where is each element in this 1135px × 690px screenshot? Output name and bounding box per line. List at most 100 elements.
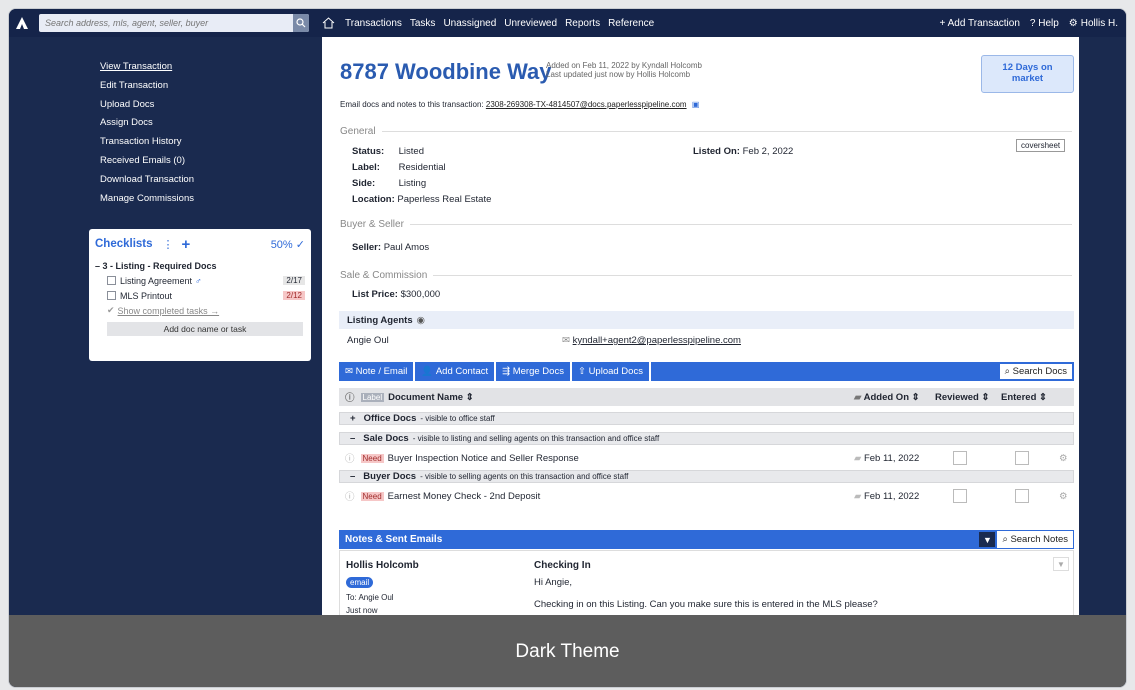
- sidebar-item-upload-docs[interactable]: Upload Docs: [100, 99, 194, 118]
- contact-card-icon[interactable]: ▣: [692, 100, 700, 109]
- chevron-down-icon[interactable]: ▼: [979, 532, 996, 547]
- reviewed-column[interactable]: Reviewed ⇕: [935, 392, 989, 403]
- nav-reference[interactable]: Reference: [608, 18, 654, 29]
- added-line: Added on Feb 11, 2022 by Kyndall Holcomb: [546, 61, 702, 70]
- main-nav: Transactions Tasks Unassigned Unreviewed…: [345, 18, 654, 29]
- coversheet-button[interactable]: coversheet: [1016, 139, 1066, 152]
- app-window: Transactions Tasks Unassigned Unreviewed…: [8, 8, 1127, 688]
- agent-email-link[interactable]: kyndall+agent2@paperlesspipeline.com: [573, 335, 741, 346]
- note-greeting: Hi Angie,: [534, 577, 573, 588]
- checklist-item-label[interactable]: Listing Agreement: [120, 276, 192, 286]
- table-row[interactable]: ⓘ Need Buyer Inspection Notice and Selle…: [339, 449, 1074, 467]
- note-to: To: Angie Oul: [346, 593, 394, 602]
- nav-tasks[interactable]: Tasks: [410, 18, 436, 29]
- notes-header: Notes & Sent Emails ▼ ⌕ Search Notes: [339, 530, 1074, 549]
- top-bar: Transactions Tasks Unassigned Unreviewed…: [9, 9, 1126, 37]
- sidebar-item-download-transaction[interactable]: Download Transaction: [100, 174, 194, 193]
- sidebar: View Transaction Edit Transaction Upload…: [9, 37, 321, 657]
- doc-table-header: ⓘ Label Document Name ⇕ ▰ Added On ⇕ Rev…: [339, 388, 1074, 406]
- check-icon: ✔: [107, 305, 115, 315]
- label-column[interactable]: Label: [360, 392, 385, 402]
- merge-docs-button[interactable]: ⇶ Merge Docs: [496, 362, 572, 381]
- page-title: 8787 Woodbine Way: [340, 59, 552, 84]
- upload-docs-button[interactable]: ⇧ Upload Docs: [572, 362, 651, 381]
- user-name: Hollis H.: [1080, 17, 1118, 29]
- checklist-item-label[interactable]: MLS Printout: [120, 291, 172, 301]
- gear-icon[interactable]: ⚙: [1059, 491, 1068, 502]
- add-transaction-link[interactable]: + Add Transaction: [940, 18, 1020, 29]
- add-checklist-icon[interactable]: +: [182, 236, 191, 253]
- nav-reports[interactable]: Reports: [565, 18, 600, 29]
- app-logo[interactable]: [9, 9, 35, 37]
- checkbox[interactable]: [107, 276, 116, 285]
- list-price-field: List Price: $300,000: [352, 289, 441, 300]
- item-count: 2/12: [283, 291, 305, 300]
- home-icon[interactable]: [319, 17, 337, 29]
- show-completed-link[interactable]: Show completed tasks →: [118, 306, 220, 316]
- search-docs-button[interactable]: ⌕ Search Docs: [998, 363, 1073, 380]
- days-count: 12 Days on: [1002, 62, 1053, 73]
- info-icon[interactable]: ⓘ: [345, 451, 355, 465]
- sale-heading: Sale & Commission: [340, 270, 1072, 281]
- add-doc-input[interactable]: Add doc name or task: [107, 322, 303, 336]
- agent-email: ✉ kyndall+agent2@paperlesspipeline.com: [562, 335, 741, 346]
- user-menu[interactable]: ⚙ Hollis H.: [1069, 18, 1118, 29]
- eye-icon[interactable]: ◉: [417, 315, 425, 326]
- note-item: Hollis Holcomb email To: Angie Oul Just …: [339, 550, 1074, 616]
- reviewed-checkbox[interactable]: [953, 451, 967, 465]
- group-sale-docs[interactable]: – Sale Docs - visible to listing and selli…: [339, 432, 1074, 445]
- nav-unassigned[interactable]: Unassigned: [443, 18, 496, 29]
- group-office-docs[interactable]: + Office Docs - visible to office staff: [339, 412, 1074, 425]
- checklist-header: Checklists ⋮ + 50% ✓: [89, 233, 311, 255]
- doc-date: ▰ Feb 11, 2022: [854, 490, 920, 502]
- sidebar-item-received-emails[interactable]: Received Emails (0): [100, 155, 194, 174]
- add-contact-button[interactable]: 👤 Add Contact: [415, 362, 497, 381]
- reviewed-checkbox[interactable]: [953, 489, 967, 503]
- entered-column[interactable]: Entered ⇕: [1001, 392, 1047, 403]
- email-prefix: Email docs and notes to this transaction…: [340, 100, 484, 109]
- main-panel: 8787 Woodbine Way Added on Feb 11, 2022 …: [322, 37, 1079, 657]
- sidebar-item-manage-commissions[interactable]: Manage Commissions: [100, 193, 194, 212]
- entered-checkbox[interactable]: [1015, 489, 1029, 503]
- chevron-down-icon[interactable]: ▼: [1053, 557, 1069, 571]
- side-field: Side: Listing: [352, 178, 427, 189]
- doc-name[interactable]: Earnest Money Check - 2nd Deposit: [388, 491, 541, 502]
- general-heading: General: [340, 126, 1072, 137]
- sidebar-item-transaction-history[interactable]: Transaction History: [100, 136, 194, 155]
- entered-checkbox[interactable]: [1015, 451, 1029, 465]
- show-completed-row: ✔ Show completed tasks →: [89, 303, 311, 318]
- group-buyer-docs[interactable]: – Buyer Docs - visible to selling agents o…: [339, 470, 1074, 483]
- checklist-percent: 50% ✓: [270, 238, 305, 251]
- checklist-item: MLS Printout 2/12: [89, 288, 311, 303]
- checklist-group[interactable]: – 3 - Listing - Required Docs: [89, 255, 311, 273]
- search-input[interactable]: [39, 14, 293, 32]
- updated-line: Last updated just now by Hollis Holcomb: [546, 70, 691, 79]
- sidebar-item-assign-docs[interactable]: Assign Docs: [100, 117, 194, 136]
- nav-transactions[interactable]: Transactions: [345, 18, 402, 29]
- note-type-badge: email: [346, 577, 374, 588]
- days-label: market: [1011, 73, 1044, 84]
- search-notes-button[interactable]: ⌕ Search Notes: [997, 531, 1073, 548]
- nav-unreviewed[interactable]: Unreviewed: [504, 18, 557, 29]
- sidebar-item-view-transaction[interactable]: View Transaction: [100, 61, 194, 80]
- info-icon[interactable]: ⓘ: [345, 489, 355, 503]
- checklist-panel: Checklists ⋮ + 50% ✓ – 3 - Listing - Req…: [89, 229, 311, 361]
- more-icon[interactable]: ⋮: [163, 238, 174, 251]
- checkbox[interactable]: [107, 291, 116, 300]
- table-row[interactable]: ⓘ Need Earnest Money Check - 2nd Deposit…: [339, 487, 1074, 505]
- doc-name[interactable]: Buyer Inspection Notice and Seller Respo…: [388, 453, 579, 464]
- gear-icon: ⚙: [1068, 17, 1078, 29]
- doc-date: ▰ Feb 11, 2022: [854, 452, 920, 464]
- gear-icon[interactable]: ⚙: [1059, 453, 1068, 464]
- transaction-email-link[interactable]: 2308-269308-TX-4814507@docs.paperlesspip…: [486, 100, 687, 109]
- added-column[interactable]: ▰ Added On ⇕: [854, 392, 920, 403]
- help-link[interactable]: ? Help: [1030, 18, 1059, 29]
- agent-name: Angie Oul: [347, 335, 389, 346]
- global-search: [39, 14, 309, 32]
- search-icon[interactable]: [293, 14, 309, 32]
- sidebar-item-edit-transaction[interactable]: Edit Transaction: [100, 80, 194, 99]
- name-column[interactable]: Document Name ⇕: [388, 392, 474, 403]
- listing-agents-header: Listing Agents ◉: [339, 311, 1074, 329]
- note-email-button[interactable]: ✉ Note / Email: [339, 362, 416, 381]
- buyer-seller-heading: Buyer & Seller: [340, 219, 1072, 230]
